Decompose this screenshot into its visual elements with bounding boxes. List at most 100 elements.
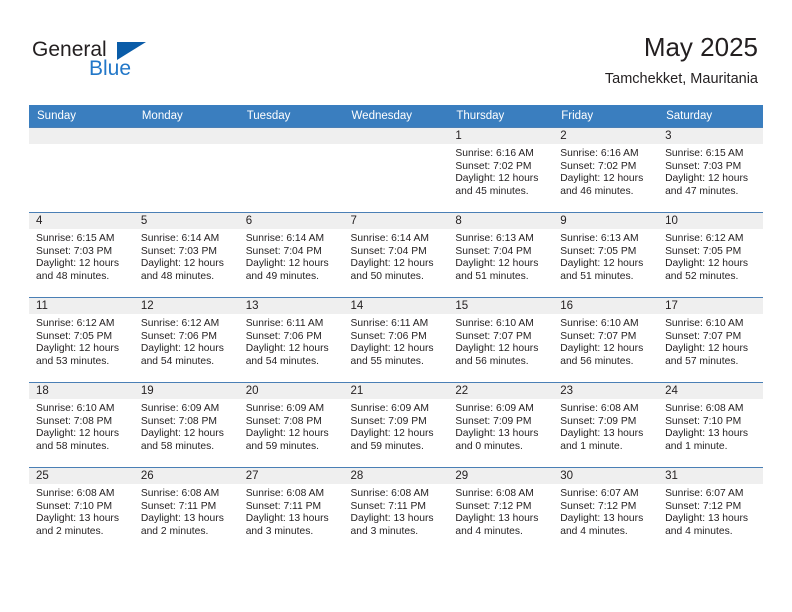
daylight-duration-line1: Daylight: 12 hours: [455, 173, 539, 185]
calendar-day-cell-empty: [343, 127, 449, 213]
sunset-time: Sunset: 7:10 PM: [36, 500, 113, 512]
daylight-duration-line1: Daylight: 13 hours: [665, 513, 749, 525]
sunrise-sunset-calendar-table: Sunday Monday Tuesday Wednesday Thursday…: [29, 105, 763, 552]
day-number: 27: [238, 468, 344, 484]
calendar-week-row: 11 Sunrise: 6:12 AM Sunset: 7:05 PM Dayligh…: [29, 297, 763, 383]
sunset-time: Sunset: 7:04 PM: [245, 245, 322, 257]
calendar-week-row: 25 Sunrise: 6:08 AM Sunset: 7:10 PM Dayligh…: [29, 467, 763, 552]
calendar-day-cell[interactable]: 25 Sunrise: 6:08 AM Sunset: 7:10 PM Dayligh…: [29, 467, 134, 552]
day-number: 15: [448, 298, 554, 314]
calendar-day-cell[interactable]: 3 Sunrise: 6:15 AM Sunset: 7:03 PM Daylight…: [658, 127, 763, 213]
day-number: 18: [29, 383, 134, 399]
calendar-day-cell[interactable]: 6 Sunrise: 6:14 AM Sunset: 7:04 PM Daylight…: [238, 212, 344, 298]
sunrise-time: Sunrise: 6:11 AM: [350, 318, 429, 329]
day-details: Sunrise: 6:09 AM Sunset: 7:09 PM Daylight:…: [448, 399, 553, 453]
sunset-time: Sunset: 7:06 PM: [245, 330, 322, 342]
calendar-day-cell[interactable]: 2 Sunrise: 6:16 AM Sunset: 7:02 PM Daylight…: [553, 127, 659, 213]
daylight-duration-line2: and 4 minutes.: [665, 525, 733, 537]
day-number: 30: [553, 468, 659, 484]
calendar-day-cell[interactable]: 17 Sunrise: 6:10 AM Sunset: 7:07 PM Dayligh…: [658, 297, 763, 383]
day-number: 14: [343, 298, 449, 314]
day-number: [238, 128, 344, 144]
calendar-day-cell[interactable]: 29 Sunrise: 6:08 AM Sunset: 7:12 PM Dayligh…: [448, 467, 554, 552]
sunrise-time: Sunrise: 6:09 AM: [140, 403, 220, 414]
daylight-duration-line1: Daylight: 13 hours: [245, 513, 329, 525]
calendar-day-cell[interactable]: 22 Sunrise: 6:09 AM Sunset: 7:09 PM Dayligh…: [448, 382, 554, 468]
calendar-day-cell[interactable]: 1 Sunrise: 6:16 AM Sunset: 7:02 PM Daylight…: [448, 127, 554, 213]
sunrise-time: Sunrise: 6:10 AM: [455, 318, 534, 329]
weekday-header-wednesday: Wednesday: [343, 105, 449, 128]
daylight-duration-line2: and 0 minutes.: [455, 440, 523, 452]
daylight-duration-line2: and 48 minutes.: [36, 270, 110, 282]
day-number: 6: [238, 213, 344, 229]
daylight-duration-line1: Daylight: 12 hours: [36, 343, 119, 355]
daylight-duration-line2: and 51 minutes.: [560, 270, 634, 282]
day-details: Sunrise: 6:08 AM Sunset: 7:12 PM Daylight:…: [448, 484, 553, 538]
calendar-day-cell[interactable]: 23 Sunrise: 6:08 AM Sunset: 7:09 PM Dayligh…: [553, 382, 659, 468]
calendar-day-cell[interactable]: 27 Sunrise: 6:08 AM Sunset: 7:11 PM Dayligh…: [238, 467, 344, 552]
calendar-day-cell[interactable]: 7 Sunrise: 6:14 AM Sunset: 7:04 PM Daylight…: [343, 212, 449, 298]
daylight-duration-line2: and 57 minutes.: [665, 355, 739, 367]
calendar-day-cell[interactable]: 28 Sunrise: 6:08 AM Sunset: 7:11 PM Dayligh…: [343, 467, 449, 552]
day-number: 7: [343, 213, 449, 229]
sunrise-time: Sunrise: 6:10 AM: [665, 318, 744, 329]
daylight-duration-line1: Daylight: 13 hours: [36, 513, 119, 525]
sunrise-time: Sunrise: 6:14 AM: [350, 233, 429, 244]
day-number: 19: [133, 383, 239, 399]
sunrise-time: Sunrise: 6:09 AM: [245, 403, 325, 414]
sunset-time: Sunset: 7:11 PM: [350, 500, 426, 512]
calendar-day-cell[interactable]: 24 Sunrise: 6:08 AM Sunset: 7:10 PM Dayligh…: [658, 382, 763, 468]
calendar-day-cell[interactable]: 4 Sunrise: 6:15 AM Sunset: 7:03 PM Daylight…: [29, 212, 134, 298]
calendar-body: 1 Sunrise: 6:16 AM Sunset: 7:02 PM Daylight…: [29, 127, 763, 552]
sunset-time: Sunset: 7:09 PM: [350, 415, 427, 427]
day-details: Sunrise: 6:16 AM Sunset: 7:02 PM Daylight:…: [553, 144, 658, 198]
calendar-day-cell[interactable]: 11 Sunrise: 6:12 AM Sunset: 7:05 PM Dayligh…: [29, 297, 134, 383]
calendar-day-cell[interactable]: 26 Sunrise: 6:08 AM Sunset: 7:11 PM Dayligh…: [133, 467, 239, 552]
daylight-duration-line2: and 1 minute.: [560, 440, 623, 452]
sunrise-time: Sunrise: 6:10 AM: [36, 403, 115, 414]
page-header: General Blue May 2025 Tamchekket, Maurit…: [0, 0, 792, 100]
daylight-duration-line2: and 47 minutes.: [665, 185, 739, 197]
calendar-day-cell[interactable]: 15 Sunrise: 6:10 AM Sunset: 7:07 PM Dayligh…: [448, 297, 554, 383]
day-number: 22: [448, 383, 554, 399]
calendar-day-cell[interactable]: 19 Sunrise: 6:09 AM Sunset: 7:08 PM Dayligh…: [133, 382, 239, 468]
day-details: Sunrise: 6:12 AM Sunset: 7:06 PM Daylight:…: [134, 314, 239, 368]
calendar-day-cell[interactable]: 12 Sunrise: 6:12 AM Sunset: 7:06 PM Dayligh…: [133, 297, 239, 383]
calendar-day-cell[interactable]: 9 Sunrise: 6:13 AM Sunset: 7:05 PM Daylight…: [553, 212, 659, 298]
day-details: Sunrise: 6:09 AM Sunset: 7:09 PM Daylight:…: [344, 399, 449, 453]
daylight-duration-line1: Daylight: 13 hours: [140, 513, 224, 525]
page-title: May 2025: [643, 32, 758, 62]
calendar-day-cell[interactable]: 8 Sunrise: 6:13 AM Sunset: 7:04 PM Daylight…: [448, 212, 554, 298]
day-number: 3: [658, 128, 763, 144]
calendar-day-cell[interactable]: 18 Sunrise: 6:10 AM Sunset: 7:08 PM Dayligh…: [29, 382, 134, 468]
sunset-time: Sunset: 7:03 PM: [140, 245, 217, 257]
daylight-duration-line2: and 56 minutes.: [560, 355, 634, 367]
general-blue-logo[interactable]: General Blue: [32, 38, 242, 88]
sunrise-time: Sunrise: 6:07 AM: [560, 488, 639, 499]
calendar-day-cell[interactable]: 20 Sunrise: 6:09 AM Sunset: 7:08 PM Dayligh…: [238, 382, 344, 468]
calendar-day-cell[interactable]: 5 Sunrise: 6:14 AM Sunset: 7:03 PM Daylight…: [133, 212, 239, 298]
day-number: 20: [238, 383, 344, 399]
daylight-duration-line2: and 58 minutes.: [140, 440, 215, 452]
calendar-day-cell[interactable]: 31 Sunrise: 6:07 AM Sunset: 7:12 PM Dayligh…: [658, 467, 763, 552]
calendar-day-cell[interactable]: 16 Sunrise: 6:10 AM Sunset: 7:07 PM Dayligh…: [553, 297, 659, 383]
sunrise-time: Sunrise: 6:07 AM: [665, 488, 744, 499]
sunrise-time: Sunrise: 6:08 AM: [245, 488, 325, 499]
daylight-duration-line1: Daylight: 12 hours: [140, 343, 224, 355]
daylight-duration-line2: and 59 minutes.: [245, 440, 319, 452]
calendar-day-cell[interactable]: 13 Sunrise: 6:11 AM Sunset: 7:06 PM Dayligh…: [238, 297, 344, 383]
calendar-day-cell[interactable]: 14 Sunrise: 6:11 AM Sunset: 7:06 PM Dayligh…: [343, 297, 449, 383]
day-number: 11: [29, 298, 134, 314]
sunrise-time: Sunrise: 6:09 AM: [455, 403, 534, 414]
weekday-header-friday: Friday: [553, 105, 659, 128]
calendar-day-cell[interactable]: 21 Sunrise: 6:09 AM Sunset: 7:09 PM Dayligh…: [343, 382, 449, 468]
day-number: [29, 128, 134, 144]
sunrise-time: Sunrise: 6:08 AM: [140, 488, 220, 499]
calendar-day-cell-empty: [29, 127, 134, 213]
sunset-time: Sunset: 7:05 PM: [560, 245, 637, 257]
day-details: Sunrise: 6:07 AM Sunset: 7:12 PM Daylight:…: [553, 484, 658, 538]
calendar-day-cell[interactable]: 10 Sunrise: 6:12 AM Sunset: 7:05 PM Dayligh…: [658, 212, 763, 298]
calendar-day-cell[interactable]: 30 Sunrise: 6:07 AM Sunset: 7:12 PM Dayligh…: [553, 467, 659, 552]
daylight-duration-line2: and 2 minutes.: [140, 525, 209, 537]
sunset-time: Sunset: 7:11 PM: [140, 500, 217, 512]
